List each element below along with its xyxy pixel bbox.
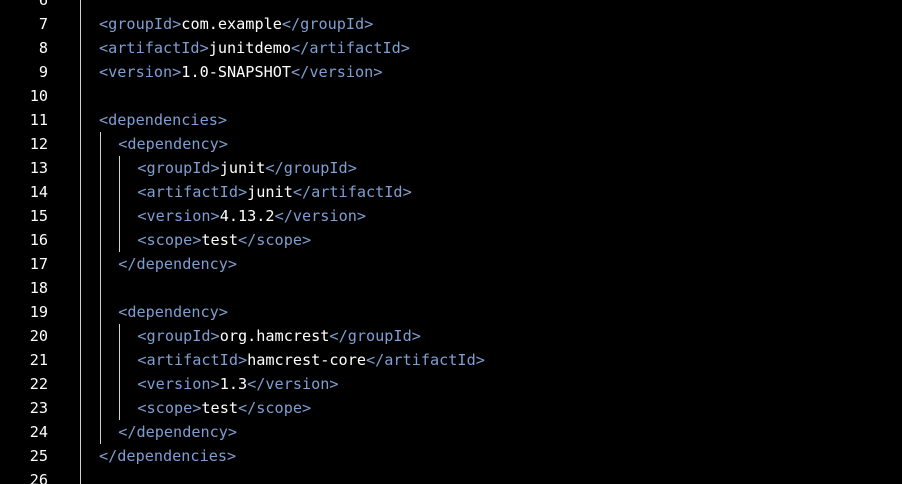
xml-tag: <scope> — [137, 231, 202, 249]
line-number: 18 — [29, 279, 48, 297]
line-number: 11 — [29, 111, 48, 129]
xml-tag: </scope> — [237, 231, 312, 249]
code-line[interactable]: 19 <dependency> — [0, 300, 902, 324]
code-line[interactable]: 22 <version>1.3</version> — [0, 372, 902, 396]
xml-tag: </version> — [274, 207, 366, 225]
line-number: 14 — [29, 183, 48, 201]
xml-tag: </groupId> — [281, 15, 374, 33]
line-code[interactable]: <groupId>com.example</groupId> — [99, 12, 373, 36]
xml-tag: </artifactId> — [366, 351, 485, 369]
code-line[interactable]: 25 </dependencies> — [0, 444, 902, 468]
xml-text: com.example — [181, 15, 282, 33]
xml-tag: <version> — [137, 207, 220, 225]
line-code[interactable]: <dependencies> — [99, 108, 227, 132]
code-line[interactable]: 24 </dependency> — [0, 420, 902, 444]
line-number: 12 — [29, 135, 48, 153]
xml-text: test — [201, 399, 238, 417]
xml-tag: <scope> — [137, 399, 202, 417]
code-line[interactable]: 12 <dependency> — [0, 132, 902, 156]
xml-tag: <dependencies> — [99, 111, 228, 129]
line-number: 23 — [29, 399, 48, 417]
xml-tag: </dependency> — [118, 255, 238, 273]
line-number: 17 — [29, 255, 48, 273]
line-number: 21 — [29, 351, 48, 369]
xml-text: test — [201, 231, 238, 249]
code-line[interactable]: 26 — [0, 468, 902, 484]
code-line[interactable]: 10 — [0, 84, 902, 108]
code-line[interactable]: 8 <artifactId>junitdemo</artifactId> — [0, 36, 902, 60]
xml-tag: <version> — [99, 63, 182, 81]
xml-text: 1.0-SNAPSHOT — [181, 63, 292, 81]
xml-text: org.hamcrest — [219, 327, 330, 345]
line-number: 26 — [29, 471, 48, 484]
line-number: 16 — [29, 231, 48, 249]
code-editor[interactable]: 6 7 <groupId>com.example</groupId> 8 <artifa… — [0, 0, 902, 484]
xml-tag: </version> — [291, 63, 383, 81]
line-code[interactable]: <scope>test</scope> — [137, 228, 311, 252]
xml-tag: </version> — [247, 375, 339, 393]
line-number: 19 — [29, 303, 48, 321]
xml-tag: </groupId> — [265, 159, 357, 177]
line-number: 10 — [29, 87, 48, 105]
line-code[interactable]: <artifactId>hamcrest-core</artifactId> — [137, 348, 484, 372]
xml-text: hamcrest-core — [247, 351, 366, 369]
xml-tag: </artifactId> — [292, 183, 412, 201]
code-line[interactable]: 15 <version>4.13.2</version> — [0, 204, 902, 228]
line-code[interactable]: </dependencies> — [99, 444, 236, 468]
line-number: 15 — [29, 207, 48, 225]
xml-tag: <artifactId> — [137, 183, 248, 201]
code-line[interactable]: 14 <artifactId>junit</artifactId> — [0, 180, 902, 204]
code-line[interactable]: 11 <dependencies> — [0, 108, 902, 132]
xml-text: junit — [247, 183, 293, 201]
code-line[interactable]: 9 <version>1.0-SNAPSHOT</version> — [0, 60, 902, 84]
line-code[interactable]: <version>1.0-SNAPSHOT</version> — [99, 60, 382, 84]
code-line[interactable]: 7 <groupId>com.example</groupId> — [0, 12, 902, 36]
line-code[interactable]: <version>1.3</version> — [137, 372, 338, 396]
line-number: 20 — [29, 327, 48, 345]
line-code[interactable]: <groupId>org.hamcrest</groupId> — [137, 324, 420, 348]
xml-tag: <groupId> — [137, 327, 220, 345]
code-line[interactable]: 23 <scope>test</scope> — [0, 396, 902, 420]
code-line[interactable]: 20 <groupId>org.hamcrest</groupId> — [0, 324, 902, 348]
line-number: 24 — [29, 423, 48, 441]
xml-tag: </dependencies> — [99, 447, 237, 465]
xml-text: 4.13.2 — [219, 207, 275, 225]
xml-tag: <dependency> — [118, 303, 228, 321]
line-number: 8 — [38, 39, 48, 57]
line-number: 6 — [38, 0, 48, 9]
xml-tag: </scope> — [237, 399, 312, 417]
code-line[interactable]: 21 <artifactId>hamcrest-core</artifactId> — [0, 348, 902, 372]
code-line[interactable]: 16 <scope>test</scope> — [0, 228, 902, 252]
line-code[interactable]: <artifactId>junitdemo</artifactId> — [99, 36, 410, 60]
xml-tag: <artifactId> — [99, 39, 209, 57]
line-number: 25 — [29, 447, 48, 465]
xml-tag: <groupId> — [137, 159, 220, 177]
xml-text: 1.3 — [219, 375, 248, 393]
code-line[interactable]: 17 </dependency> — [0, 252, 902, 276]
xml-tag: </artifactId> — [291, 39, 410, 57]
xml-tag: <groupId> — [99, 15, 182, 33]
xml-text: junitdemo — [208, 39, 292, 57]
line-code[interactable]: </dependency> — [118, 252, 237, 276]
xml-tag: <artifactId> — [137, 351, 248, 369]
xml-tag: </dependency> — [118, 423, 238, 441]
line-code[interactable]: <dependency> — [118, 300, 228, 324]
line-number: 22 — [29, 375, 48, 393]
line-code[interactable]: <version>4.13.2</version> — [137, 204, 366, 228]
code-line[interactable]: 13 <groupId>junit</groupId> — [0, 156, 902, 180]
line-code[interactable]: <artifactId>junit</artifactId> — [137, 180, 411, 204]
line-number: 7 — [38, 15, 48, 33]
line-number: 9 — [38, 63, 48, 81]
xml-tag: <version> — [137, 375, 220, 393]
code-line[interactable]: 18 — [0, 276, 902, 300]
line-code[interactable]: <scope>test</scope> — [137, 396, 311, 420]
code-line[interactable]: 6 — [0, 0, 902, 12]
line-code[interactable]: <dependency> — [118, 132, 228, 156]
xml-tag: </groupId> — [329, 327, 421, 345]
line-number: 13 — [29, 159, 48, 177]
xml-tag: <dependency> — [118, 135, 228, 153]
xml-text: junit — [219, 159, 266, 177]
line-code[interactable]: <groupId>junit</groupId> — [137, 156, 356, 180]
line-code[interactable]: </dependency> — [118, 420, 237, 444]
